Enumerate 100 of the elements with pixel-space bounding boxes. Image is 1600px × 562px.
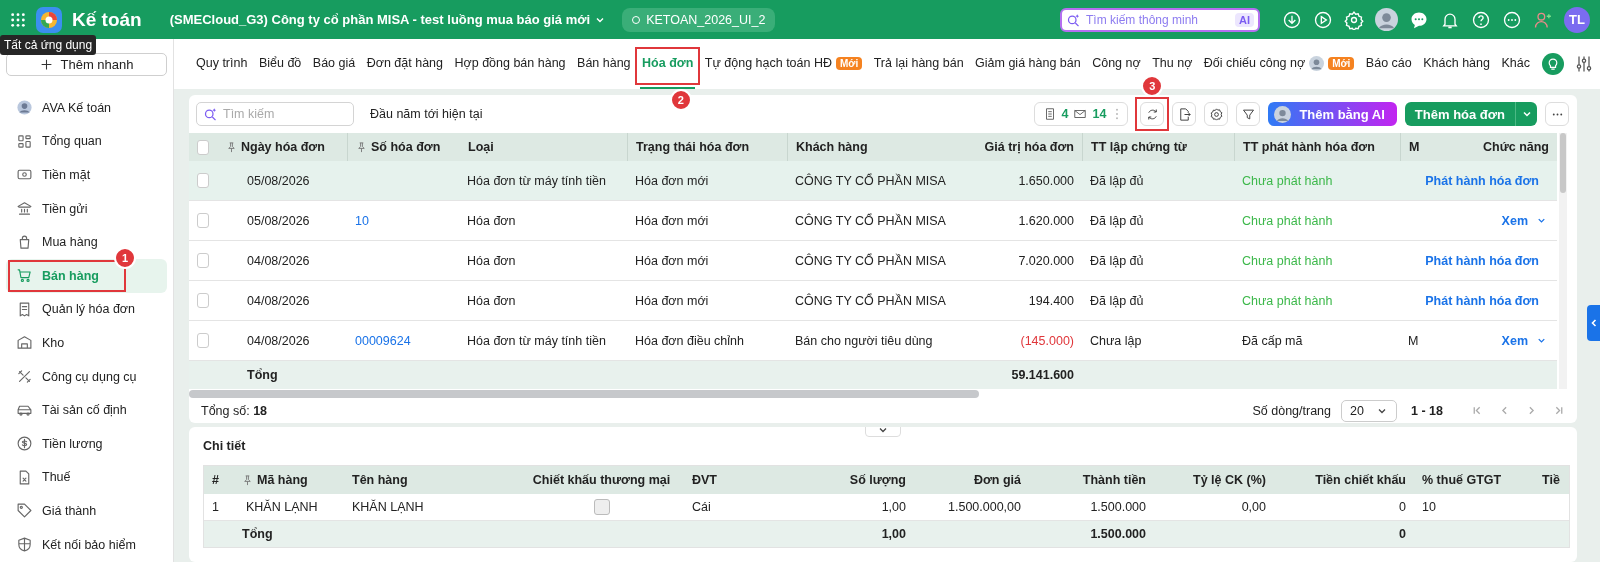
- download-icon[interactable]: [1282, 9, 1302, 30]
- company-selector[interactable]: (SMECloud_G3) Công ty cổ phần MISA - test luồng mua báo giá mới: [169, 12, 607, 27]
- sidebar-item[interactable]: Mua hàng: [6, 225, 106, 259]
- table-cell: Hóa đơn từ máy tính tiền: [467, 333, 606, 348]
- search-icon: [1066, 12, 1081, 28]
- sidebar-item[interactable]: Giá thành: [6, 494, 105, 528]
- table-row[interactable]: 04/08/2026 Hóa đơn Hóa đơn mới CÔNG TY CỔ PHẦN MISA 7.020.000 Đã lập đủ Chưa phát hành Phát hành hóa đơn: [189, 241, 1557, 281]
- vertical-dots-icon[interactable]: [1115, 108, 1120, 120]
- column-header: Ngày hóa đơn: [217, 133, 347, 161]
- quick-add-button[interactable]: Thêm nhanh: [6, 53, 167, 76]
- tab[interactable]: Hợp đồng bán hàng: [452, 39, 568, 89]
- sidebar-item[interactable]: Tổng quan: [6, 124, 110, 159]
- action-link[interactable]: Phát hành hóa đơn: [1425, 253, 1539, 268]
- period-filter[interactable]: Đầu năm tới hiện tại: [370, 107, 483, 121]
- column-header: ĐVT: [691, 472, 718, 489]
- tab[interactable]: Biểu đồ: [256, 39, 304, 89]
- sidebar-item[interactable]: Quản lý hóa đơn: [6, 292, 143, 327]
- invoice-number-link[interactable]: 10: [355, 213, 369, 228]
- sidebar-item[interactable]: Thuế: [6, 460, 79, 495]
- tab[interactable]: Khác: [1499, 39, 1532, 89]
- ai-add-button[interactable]: Thêm bằng AI: [1268, 102, 1397, 126]
- record-count: Tổng số: 18: [201, 403, 268, 418]
- vertical-scrollbar[interactable]: [1559, 133, 1567, 389]
- search-field[interactable]: Tìm kiếm: [196, 102, 354, 126]
- collapse-button[interactable]: [865, 427, 901, 437]
- pin-icon[interactable]: [242, 474, 253, 486]
- filter-icon[interactable]: [1240, 106, 1256, 122]
- sidebar-item[interactable]: Tiền mặt: [6, 158, 99, 192]
- row-checkbox[interactable]: [197, 213, 209, 228]
- action-link[interactable]: Xem: [1501, 213, 1528, 228]
- tab[interactable]: Khách hàng: [1421, 39, 1492, 89]
- settings-icon[interactable]: [1208, 106, 1224, 122]
- action-link[interactable]: Xem: [1501, 333, 1528, 348]
- add-invoice-button[interactable]: Thêm hóa đơn: [1404, 102, 1515, 126]
- help-icon[interactable]: [1471, 9, 1491, 30]
- tab[interactable]: Báo giá: [310, 39, 358, 89]
- pin-icon[interactable]: [226, 141, 237, 153]
- sidebar-item[interactable]: Tiền lương: [6, 426, 111, 461]
- row-checkbox[interactable]: [197, 293, 209, 308]
- add-options-button[interactable]: [1515, 102, 1537, 126]
- apps-grid-icon[interactable]: [10, 11, 26, 28]
- table-cell: M: [1408, 333, 1419, 348]
- page-size-select[interactable]: 20: [1341, 399, 1398, 422]
- action-link[interactable]: Phát hành hóa đơn: [1425, 173, 1539, 188]
- sidebar-item[interactable]: Tiền gửi: [6, 191, 96, 226]
- tab[interactable]: Đơn đặt hàng: [364, 39, 445, 89]
- tab[interactable]: Giảm giá hàng bán: [973, 39, 1083, 89]
- sidebar-item[interactable]: Kết nối bảo hiểm: [6, 527, 144, 562]
- table-row[interactable]: 05/08/2026 Hóa đơn từ máy tính tiền Hóa đơn mới CÔNG TY CỔ PHẦN MISA 1.650.000 Đã lập đủ Chưa phát hành Phát hành hóa đơn: [189, 161, 1557, 201]
- tab[interactable]: Hóa đơn: [640, 39, 696, 89]
- pin-icon[interactable]: [356, 141, 367, 153]
- sliders-icon[interactable]: [1574, 54, 1594, 74]
- discount-checkbox[interactable]: [593, 499, 610, 515]
- more-icon[interactable]: [1502, 9, 1522, 30]
- sidebar-item[interactable]: AVA Kế toán: [6, 91, 120, 125]
- avatar-icon: [16, 99, 33, 117]
- tab[interactable]: Tự động hạch toán HĐ Mới: [702, 39, 865, 89]
- select-all-checkbox[interactable]: [197, 139, 209, 155]
- document-counter[interactable]: 4 14: [1033, 102, 1129, 126]
- tab[interactable]: Quy trình: [194, 39, 250, 89]
- table-cell: Hóa đơn mới: [635, 293, 709, 308]
- row-checkbox[interactable]: [197, 173, 209, 188]
- row-checkbox[interactable]: [197, 253, 209, 268]
- column-header: Tiền chiết khấu: [1314, 472, 1407, 489]
- total-value: 1,00: [881, 527, 906, 541]
- sidebar-item[interactable]: Kho: [6, 326, 73, 360]
- settings-button[interactable]: [1204, 102, 1229, 126]
- action-link[interactable]: Phát hành hóa đơn: [1425, 293, 1539, 308]
- invoice-number-link[interactable]: 00009624: [355, 333, 411, 348]
- grid-icon: [16, 132, 33, 150]
- user-avatar[interactable]: TL: [1564, 6, 1590, 33]
- table-row[interactable]: 04/08/2026 Hóa đơn Hóa đơn mới CÔNG TY CỔ PHẦN MISA 194.400 Đã lập đủ Chưa phát hành Phát hành hóa đơn: [189, 281, 1557, 321]
- table-cell: 0: [1399, 500, 1406, 514]
- plus-icon[interactable]: [39, 58, 53, 71]
- tab[interactable]: Báo cáo: [1363, 39, 1414, 89]
- row-checkbox[interactable]: [197, 333, 209, 348]
- settings-icon[interactable]: [1344, 9, 1364, 30]
- lightbulb-icon[interactable]: [1542, 53, 1564, 75]
- refresh-button[interactable]: [1140, 102, 1165, 126]
- table-cell: Hóa đơn từ máy tính tiền: [467, 173, 606, 188]
- collapse-tab[interactable]: [1587, 305, 1600, 341]
- table-row[interactable]: 05/08/2026 10 Hóa đơn Hóa đơn mới CÔNG TY CỔ PHẦN MISA 1.620.000 Đã lập đủ Chưa phát hành Xem: [189, 201, 1557, 241]
- search-icon: [203, 107, 218, 122]
- table-cell: Bán cho người tiêu dùng: [795, 333, 933, 348]
- avatar-icon[interactable]: [1375, 8, 1398, 31]
- play-icon[interactable]: [1313, 9, 1333, 30]
- tab[interactable]: Bán hàng: [575, 39, 633, 89]
- sidebar-item[interactable]: Công cụ dụng cụ: [6, 359, 145, 394]
- tooltip: Tất cả ứng dụng: [0, 35, 97, 55]
- sidebar-item[interactable]: Tài sản cố định: [6, 393, 135, 427]
- tab[interactable]: Trả lại hàng bán: [871, 39, 966, 89]
- export-button[interactable]: [1172, 102, 1197, 126]
- filter-button[interactable]: [1236, 102, 1261, 126]
- table-cell: 05/08/2026: [247, 213, 310, 228]
- table-cell: CÔNG TY CỔ PHẦN MISA: [795, 213, 946, 228]
- mail-icon: [1073, 107, 1088, 121]
- tab[interactable]: Công nợ: [1090, 39, 1143, 89]
- tab[interactable]: Đối chiếu công nợ Mới: [1201, 39, 1357, 89]
- table-cell: 0,00: [1241, 500, 1266, 514]
- table-cell: KHĂN LẠNH: [246, 500, 318, 514]
